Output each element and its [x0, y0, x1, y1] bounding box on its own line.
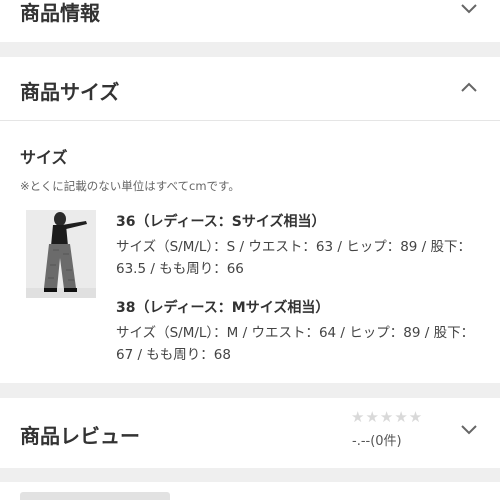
size-unit-note: ※とくに記載のない単位はすべてcmです。 — [20, 179, 240, 193]
chevron-down-icon[interactable] — [456, 0, 482, 22]
product-size-section: 商品サイズ サイズ ※とくに記載のない単位はすべてcmです。 36（レディース：… — [0, 57, 500, 383]
product-thumbnail — [26, 210, 96, 298]
size-entry-detail: サイズ（S/M/L）：S / ウエスト：63 / ヒップ：89 / 股下：63.… — [116, 239, 471, 277]
rating-stars-icon: ★★★★★ — [351, 408, 424, 426]
size-entry-detail: サイズ（S/M/L）：M / ウエスト：64 / ヒップ：89 / 股下：67 … — [116, 325, 475, 363]
size-label: サイズ — [20, 148, 68, 167]
product-info-section[interactable]: 商品情報 — [0, 0, 500, 42]
product-review-title: 商品レビュー — [20, 424, 140, 448]
product-review-section[interactable]: 商品レビュー ★★★★★ -.--(0件) — [0, 398, 500, 468]
chevron-down-icon[interactable] — [456, 417, 482, 443]
size-entry: 36（レディース：Sサイズ相当） サイズ（S/M/L）：S / ウエスト：63 … — [116, 211, 486, 280]
size-entry: 38（レディース：Mサイズ相当） サイズ（S/M/L）：M / ウエスト：64 … — [116, 297, 486, 366]
next-section[interactable] — [0, 482, 500, 500]
product-info-title: 商品情報 — [20, 1, 100, 25]
size-entry-title: 38（レディース：Mサイズ相当） — [116, 300, 330, 316]
rating-summary: -.--(0件) — [352, 434, 402, 449]
size-entry-title: 36（レディース：Sサイズ相当） — [116, 214, 326, 230]
chevron-up-icon[interactable] — [456, 75, 482, 101]
product-review-header[interactable]: 商品レビュー ★★★★★ -.--(0件) — [0, 398, 500, 458]
product-info-header[interactable]: 商品情報 — [0, 0, 500, 60]
section-divider — [0, 120, 500, 121]
product-size-title: 商品サイズ — [20, 80, 120, 104]
product-size-header[interactable]: 商品サイズ — [0, 57, 500, 117]
next-section-title-placeholder — [20, 492, 170, 500]
